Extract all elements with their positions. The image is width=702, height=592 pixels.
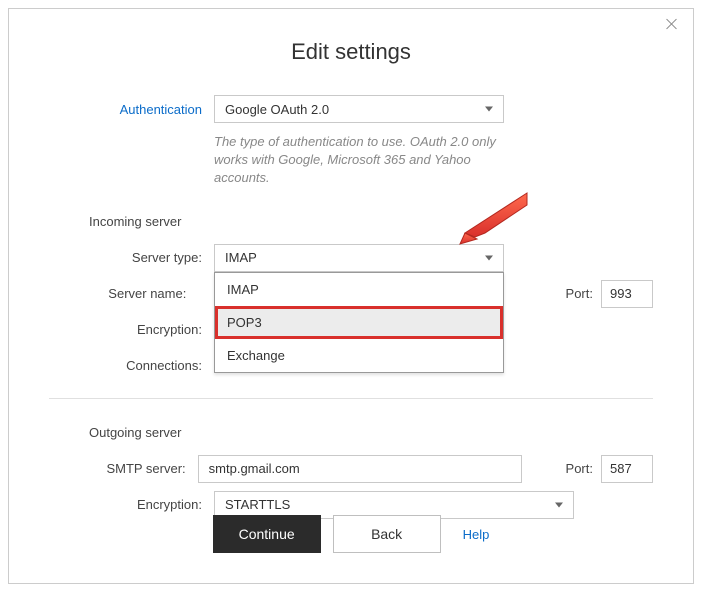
connections-label: Connections: [49,358,214,373]
close-icon[interactable] [665,17,679,31]
help-link[interactable]: Help [463,527,490,542]
server-type-select[interactable]: IMAP [214,244,504,272]
server-type-value: IMAP [225,250,257,265]
smtp-server-input[interactable] [198,455,522,483]
authentication-hint: The type of authentication to use. OAuth… [214,133,504,188]
option-pop3-label: POP3 [227,315,262,330]
continue-button[interactable]: Continue [213,515,321,553]
smtp-server-label: SMTP server: [49,461,198,476]
server-type-label: Server type: [49,250,214,265]
incoming-port-label: Port: [566,286,593,301]
outgoing-encryption-label: Encryption: [49,497,214,512]
settings-dialog: Edit settings Authentication Google OAut… [8,8,694,584]
incoming-header: Incoming server [49,214,181,229]
server-name-label: Server name: [49,286,198,301]
outgoing-encryption-value: STARTTLS [225,497,290,512]
outgoing-port-label: Port: [566,461,593,476]
incoming-port-input[interactable] [601,280,653,308]
option-pop3[interactable]: POP3 [215,306,503,339]
authentication-select[interactable]: Google OAuth 2.0 [214,95,504,123]
server-type-dropdown: IMAP POP3 Exchange [214,272,504,373]
option-exchange[interactable]: Exchange [215,339,503,372]
divider [49,398,653,399]
outgoing-header: Outgoing server [49,425,182,440]
outgoing-port-input[interactable] [601,455,653,483]
chevron-down-icon [555,502,563,507]
chevron-down-icon [485,107,493,112]
incoming-encryption-label: Encryption: [49,322,214,337]
chevron-down-icon [485,255,493,260]
authentication-value: Google OAuth 2.0 [225,102,329,117]
dialog-title: Edit settings [9,39,693,65]
back-button[interactable]: Back [333,515,441,553]
dialog-footer: Continue Back Help [9,515,693,553]
option-imap[interactable]: IMAP [215,273,503,306]
authentication-label: Authentication [49,102,214,117]
